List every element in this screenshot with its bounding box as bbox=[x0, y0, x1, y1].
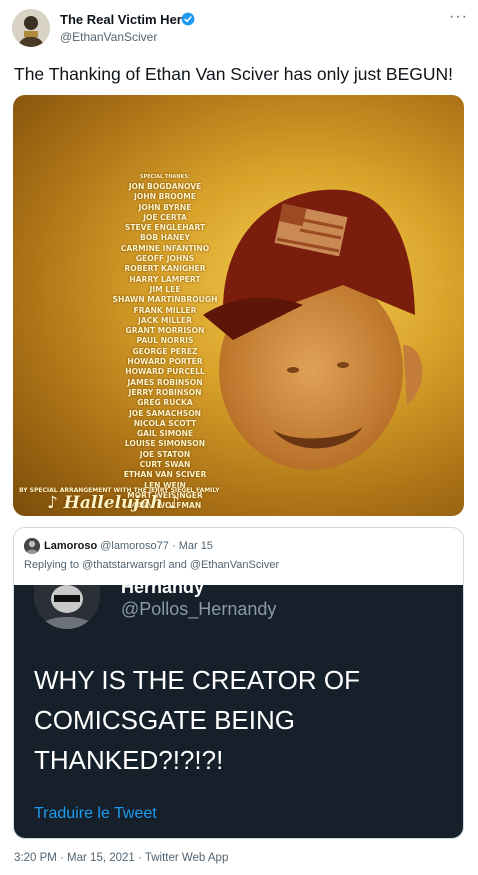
credit-line: GEORGE PEREZ bbox=[132, 346, 198, 356]
credit-line: ETHAN VAN SCIVER bbox=[123, 470, 207, 480]
screenshot-handle: @Pollos_Hernandy bbox=[121, 599, 277, 619]
replying-to-users[interactable]: @thatstarwarsgrl and @EthanVanSciver bbox=[82, 559, 279, 571]
credit-line: JAMES ROBINSON bbox=[127, 377, 203, 387]
replying-prefix: Replying to bbox=[24, 559, 80, 571]
credit-line: HOWARD PURCELL bbox=[125, 367, 205, 377]
quoted-header: Lamoroso @lamoroso77 · Mar 15 bbox=[44, 540, 213, 552]
screenshot-text: WHY IS THE CREATOR OF COMICSGATE BEING T… bbox=[34, 665, 361, 775]
credit-line: JACK MILLER bbox=[138, 315, 192, 325]
hallelujah-caption: ♪ Hallelujah ♪ bbox=[47, 493, 180, 513]
credit-line: PAUL NORRIS bbox=[136, 336, 194, 346]
credit-line: JOHN BYRNE bbox=[138, 202, 192, 212]
credits-list: SPECIAL THANKS: JON BOGDANOVE JOHN BROOM… bbox=[99, 173, 231, 512]
quoted-date[interactable]: · Mar 15 bbox=[172, 540, 213, 552]
screenshot-avatar bbox=[34, 585, 100, 629]
credit-line: JOE SAMACHSON bbox=[128, 408, 202, 418]
quoted-tweet[interactable]: Lamoroso @lamoroso77 · Mar 15 Replying t… bbox=[13, 527, 464, 839]
quoted-handle[interactable]: @lamoroso77 bbox=[100, 540, 169, 552]
credit-line: GEOFF JOHNS bbox=[135, 254, 195, 264]
credit-line: BOB HANEY bbox=[140, 233, 190, 243]
screenshot-translate-link: Traduire le Tweet bbox=[34, 805, 157, 822]
credit-line: JIM LEE bbox=[149, 284, 181, 294]
more-options-icon[interactable]: ··· bbox=[449, 8, 468, 26]
credit-line: CURT SWAN bbox=[139, 460, 191, 470]
screenshot-avatar-illustration bbox=[34, 585, 100, 629]
replying-to: Replying to @thatstarwarsgrl and @EthanV… bbox=[24, 559, 279, 571]
tweet-text: The Thanking of Ethan Van Sciver has onl… bbox=[14, 64, 454, 84]
credit-line: JOE CERTA bbox=[143, 212, 187, 222]
credit-line: FRANK MILLER bbox=[133, 305, 197, 315]
credit-line: SHAWN MARTINBROUGH bbox=[112, 295, 218, 305]
credit-line: GAIL SIMONE bbox=[136, 429, 194, 439]
credit-line: JOHN BROOME bbox=[134, 192, 196, 202]
credit-line: JON BOGDANOVE bbox=[128, 182, 202, 191]
tweet-media-image[interactable]: SPECIAL THANKS: JON BOGDANOVE JOHN BROOM… bbox=[13, 95, 464, 516]
credit-line: CARMINE INFANTINO bbox=[120, 243, 210, 253]
credit-line: GRANT MORRISON bbox=[125, 326, 205, 336]
author-handle[interactable]: @EthanVanSciver bbox=[60, 30, 157, 44]
credits-header: SPECIAL THANKS: bbox=[139, 174, 191, 180]
credit-line: NICOLA SCOTT bbox=[133, 418, 197, 428]
credit-line: HARRY LAMPERT bbox=[129, 274, 201, 284]
quoted-avatar[interactable] bbox=[24, 538, 40, 554]
credit-line: JERRY ROBINSON bbox=[128, 387, 202, 397]
credit-line: HOWARD PORTER bbox=[127, 357, 203, 367]
credit-line: LOUISE SIMONSON bbox=[124, 439, 206, 449]
credit-line: STEVE ENGLEHART bbox=[124, 223, 206, 233]
credit-line: GREG RUCKA bbox=[137, 398, 193, 408]
avatar-illustration bbox=[12, 9, 50, 47]
author-avatar[interactable] bbox=[12, 9, 50, 47]
tweet-timestamp[interactable]: 3:20 PM · Mar 15, 2021 · Twitter Web App bbox=[14, 852, 228, 864]
screenshot-name: Hernandy bbox=[121, 577, 205, 597]
author-name[interactable]: The Real Victim Here bbox=[60, 12, 189, 27]
quoted-name[interactable]: Lamoroso bbox=[44, 540, 97, 552]
quoted-screenshot-image[interactable]: Hernandy @Pollos_Hernandy WHY IS THE CRE… bbox=[14, 577, 463, 838]
credit-line: ROBERT KANIGHER bbox=[124, 264, 206, 274]
quoted-avatar-illustration bbox=[24, 538, 40, 554]
credit-line: JOE STATON bbox=[139, 449, 191, 459]
verified-badge-icon bbox=[181, 12, 195, 26]
